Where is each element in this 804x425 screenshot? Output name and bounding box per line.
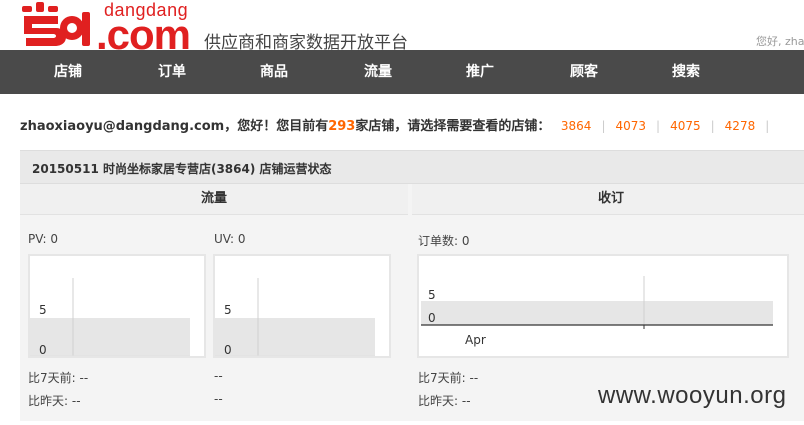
traffic-section-label: 流量 [200, 191, 227, 206]
nav-item-products[interactable]: 商品 [260, 50, 288, 94]
orders-chart-svg: 5 0 Apr [421, 276, 773, 347]
chart-plot-band [215, 318, 375, 356]
y-tick-label: 0 [39, 343, 47, 356]
shop-separator: | [710, 119, 715, 133]
nav-item-customers[interactable]: 顾客 [570, 50, 598, 94]
orders-day-compare: 比昨天: -- [418, 394, 471, 408]
shop-separator: | [765, 119, 770, 133]
y-tick-label: 5 [224, 303, 232, 317]
shop-status-panel: 20150511 时尚坐标家居专营店(3864) 店铺运营状态 流量 收订 PV… [20, 150, 804, 421]
pv-metric: PV: 0 [28, 232, 58, 246]
pv-day-compare: 比昨天: -- [28, 394, 81, 408]
x-tick-label: Apr [465, 333, 486, 347]
nav-item-search[interactable]: 搜索 [672, 50, 700, 94]
chart-plot-band [30, 318, 190, 356]
header: dangdang .com 供应商和商家数据开放平台 您好, zha [0, 0, 804, 56]
uv-metric: UV: 0 [214, 232, 246, 246]
nav-item-orders[interactable]: 订单 [158, 50, 186, 94]
shop-selection-line: zhaoxiaoyu@dangdang.com，您好！您目前有293家店铺，请选… [20, 115, 804, 134]
shopline-prefix: zhaoxiaoyu@dangdang.com，您好！您目前有 [20, 119, 329, 134]
shop-separator: | [656, 119, 661, 133]
y-tick-label: 0 [428, 311, 436, 325]
shop-count: 293 [328, 119, 356, 134]
shop-separator: | [601, 119, 606, 133]
orders-chart: 5 0 Apr [417, 254, 789, 358]
orders-week-compare: 比7天前: -- [418, 371, 479, 385]
main-nav: 店铺 订单 商品 流量 推广 顾客 搜索 [0, 50, 804, 94]
dangdang-logo-icon[interactable] [20, 2, 92, 46]
uv-chart-svg: 50 [215, 278, 375, 357]
nav-item-promotion[interactable]: 推广 [466, 50, 494, 94]
nav-item-traffic[interactable]: 流量 [364, 50, 392, 94]
y-tick-label: 0 [224, 343, 232, 356]
shop-link-3864[interactable]: 3864 [561, 119, 592, 133]
uv-week-compare: -- [214, 369, 223, 383]
uv-chart: 50 [213, 254, 391, 358]
y-tick-label: 5 [428, 288, 436, 302]
nav-item-shop[interactable]: 店铺 [54, 50, 82, 94]
traffic-section-header: 流量 [20, 184, 408, 215]
uv-day-compare: -- [214, 392, 223, 406]
user-greeting[interactable]: 您好, zha [756, 33, 804, 49]
orders-section-header: 收订 [412, 184, 804, 215]
shop-link-4073[interactable]: 4073 [615, 119, 646, 133]
panel-title: 20150511 时尚坐标家居专营店(3864) 店铺运营状态 [32, 162, 332, 176]
pv-chart-svg: 50 [30, 278, 190, 357]
shop-link-4075[interactable]: 4075 [670, 119, 701, 133]
chart-plot-band [421, 301, 773, 325]
shop-link-4278[interactable]: 4278 [725, 119, 756, 133]
orders-section-label: 收订 [597, 191, 624, 206]
pv-chart: 50 [28, 254, 206, 358]
watermark: www.wooyun.org [598, 382, 787, 409]
pv-week-compare: 比7天前: -- [28, 371, 89, 385]
shop-links: 3864 | 4073 | 4075 | 4278 | [555, 119, 779, 133]
shopline-suffix: 家店铺，请选择需要查看的店铺： [355, 119, 551, 134]
panel-title-bar: 20150511 时尚坐标家居专营店(3864) 店铺运营状态 [20, 151, 804, 184]
y-tick-label: 5 [39, 303, 47, 317]
order-count-metric: 订单数: 0 [418, 234, 470, 248]
